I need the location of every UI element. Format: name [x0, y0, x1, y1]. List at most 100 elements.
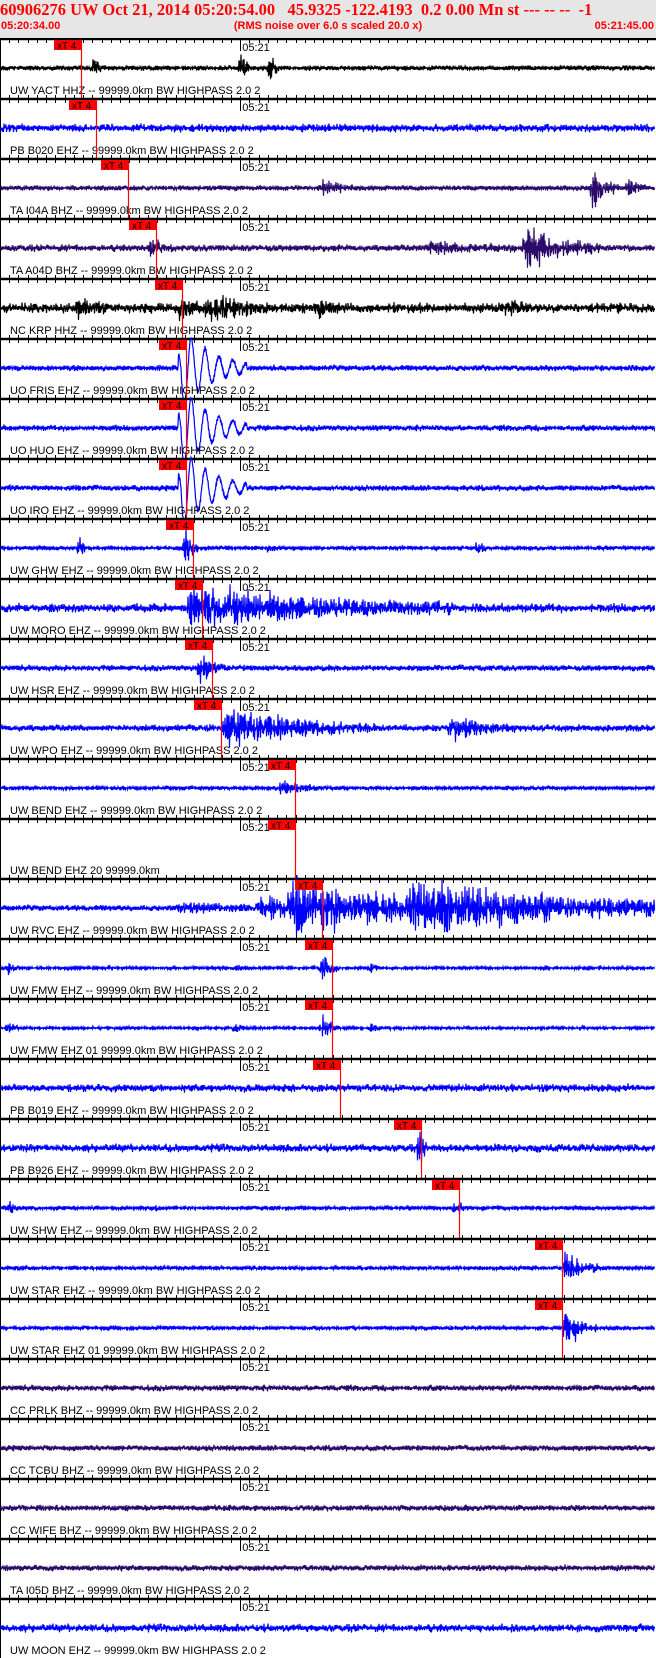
minute-label: 05:21 [242, 342, 270, 354]
waveform [0, 956, 656, 980]
pick-label: xT 4 [316, 1061, 336, 1072]
minute-label: 05:21 [242, 462, 270, 474]
trace-panel: 05:21UO FRIS EHZ -- 99999.0km BW HIGHPAS… [0, 335, 656, 406]
minute-label: 05:21 [242, 282, 270, 294]
trace-panel: 05:21 UW BEND EHZ -- 99999.0km BW HIGHPAS… [0, 755, 656, 818]
minute-label: 05:21 [242, 1422, 270, 1434]
waveform [0, 1083, 656, 1093]
waveform [0, 1251, 656, 1278]
minute-label: 05:21 [242, 42, 270, 54]
trace-panel: 05:21TA I05D BHZ -- 99999.0km BW HIGHPAS… [0, 1535, 656, 1598]
waveform [0, 583, 656, 628]
station-label: UW BEND EHZ -- 99999.0km BW HIGHPASS 2.0… [10, 805, 262, 817]
scale-note: (RMS noise over 6.0 s scaled 20.0 x) [233, 20, 423, 32]
station-label: CC TCBU BHZ -- 99999.0km BW HIGHPASS 2.0… [10, 1465, 259, 1477]
minute-label: 05:21 [242, 1482, 270, 1494]
station-label: UW FMW EHZ -- 99999.0km BW HIGHPASS 2.0 … [10, 985, 258, 997]
trace-panel: 05:21 UW GHW EHZ -- 99999.0km BW HIGHPASS… [0, 515, 656, 578]
minute-label: 05:21 [242, 1302, 270, 1314]
minute-label: 05:21 [242, 1002, 270, 1014]
waveform [0, 1131, 656, 1162]
waveform [0, 780, 656, 795]
trace-panel: 05:21UW STAR EHZ -- 99999.0km BW HIGHPAS… [0, 1235, 656, 1298]
station-label: UW MORO EHZ -- 99999.0km BW HIGHPASS 2.0… [10, 625, 266, 637]
station-label: UW MOON EHZ -- 99999.0km BW HIGHPASS 2.0… [10, 1645, 266, 1657]
waveform [0, 1384, 656, 1392]
pick-label: xT 4 [158, 281, 178, 292]
waveform [0, 1504, 656, 1512]
trace-panel: 05:21PB B020 EHZ -- 99999.0km BW HIGHPAS… [0, 95, 656, 158]
pick-label: xT 4 [271, 821, 291, 832]
minute-label: 05:21 [242, 1602, 270, 1614]
minute-label: 05:21 [242, 882, 270, 894]
pick-label: xT 4 [308, 1001, 328, 1012]
waveform [0, 1313, 656, 1343]
trace-panel: 05:21UO IRO EHZ -- 99999.0km BW HIGHPASS… [0, 455, 656, 527]
waveform [0, 709, 656, 748]
end-time: 05:21:45.00 [594, 20, 654, 32]
trace-panel: 05:21NC KRP HHZ -- 99999.0km BW HIGHPASS… [0, 275, 656, 338]
station-label: UW STAR EHZ 01 99999.0km BW HIGHPASS 2.0… [10, 1345, 265, 1357]
station-label: CC PRLK BHZ -- 99999.0km BW HIGHPASS 2.0… [10, 1405, 258, 1417]
trace-panel: 05:21 UW SHW EHZ -- 99999.0km BW HIGHPASS… [0, 1175, 656, 1238]
minute-label: 05:21 [242, 162, 270, 174]
trace-panel: 05:21 UW FMW EHZ 01 99999.0km BW HIGHPASS… [0, 995, 656, 1058]
pick-label: xT 4 [162, 401, 182, 412]
pick-label: xT 4 [104, 161, 124, 172]
minute-label: 05:21 [242, 1182, 270, 1194]
trace-panel: 05:21UW RVC EHZ -- 99999.0km BW HIGHPASS… [0, 875, 656, 938]
waveform [0, 294, 656, 322]
trace-panel: 05:21 UW BEND EHZ 20 99999.0km xT 4 [0, 815, 656, 878]
trace-panel: 05:21PB B019 EHZ -- 99999.0km BW HIGHPAS… [0, 1055, 656, 1118]
event-header: 60906276 UW Oct 21, 2014 05:20:54.00 45.… [0, 0, 656, 38]
pick-label: xT 4 [72, 101, 92, 112]
waveform [0, 1014, 656, 1037]
waveform [0, 54, 656, 80]
minute-label: 05:21 [242, 942, 270, 954]
pick-label: xT 4 [397, 1121, 417, 1132]
minute-label: 05:21 [242, 222, 270, 234]
minute-label: 05:21 [242, 702, 270, 714]
waveform [0, 1200, 656, 1215]
minute-label: 05:21 [242, 1122, 270, 1134]
station-label: UW GHW EHZ -- 99999.0km BW HIGHPASS 2.0 … [10, 565, 259, 577]
trace-panel: 05:21 CC WIFE BHZ -- 99999.0km BW HIGHPAS… [0, 1475, 656, 1538]
trace-panel: 05:21 CC PRLK BHZ -- 99999.0km BW HIGHPAS… [0, 1355, 656, 1418]
trace-panel: 05:21UO HUO EHZ -- 99999.0km BW HIGHPASS… [0, 395, 656, 467]
trace-panel: 05:21 UW FMW EHZ -- 99999.0km BW HIGHPASS… [0, 935, 656, 998]
trace-panel: 05:21 UW MOON EHZ -- 99999.0km BW HIGHPAS… [0, 1595, 656, 1658]
waveform [0, 172, 656, 209]
minute-label: 05:21 [242, 102, 270, 114]
pick-label: xT 4 [188, 641, 208, 652]
minute-label: 05:21 [242, 642, 270, 654]
waveform [0, 227, 656, 268]
waveform [0, 655, 656, 684]
pick-label: xT 4 [132, 221, 152, 232]
waveform [0, 1564, 656, 1572]
pick-label: xT 4 [538, 1301, 558, 1312]
trace-panel: 05:21UW YACT HHZ -- 99999.0km BW HIGHPAS… [0, 38, 656, 98]
minute-label: 05:21 [242, 762, 270, 774]
station-label: UW SHW EHZ -- 99999.0km BW HIGHPASS 2.0 … [10, 1225, 257, 1237]
pick-label: xT 4 [57, 41, 77, 52]
seismogram-plot: 05:21UW YACT HHZ -- 99999.0km BW HIGHPAS… [0, 38, 656, 1658]
trace-panel: 05:21 UW MORO EHZ -- 99999.0km BW HIGHPAS… [0, 575, 656, 638]
pick-label: xT 4 [197, 701, 217, 712]
pick-label: xT 4 [538, 1241, 558, 1252]
minute-label: 05:21 [242, 1542, 270, 1554]
minute-label: 05:21 [242, 1242, 270, 1254]
pick-label: xT 4 [271, 761, 291, 772]
pick-label: xT 4 [169, 521, 189, 532]
pick-label: xT 4 [162, 461, 182, 472]
pick-label: xT 4 [162, 341, 182, 352]
event-title: 60906276 UW Oct 21, 2014 05:20:54.00 45.… [0, 0, 593, 19]
station-label: UW BEND EHZ 20 99999.0km [10, 865, 160, 877]
minute-label: 05:21 [242, 1362, 270, 1374]
minute-label: 05:21 [242, 822, 270, 834]
trace-panel: 05:21UW HSR EHZ -- 99999.0km BW HIGHPASS… [0, 635, 656, 698]
waveform [0, 527, 656, 561]
trace-panel: 05:21 UW WPO EHZ -- 99999.0km BW HIGHPASS… [0, 695, 656, 758]
station-label: UW FMW EHZ 01 99999.0km BW HIGHPASS 2.0 … [10, 1045, 263, 1057]
waveform [0, 123, 656, 133]
trace-panel: 05:21TA A04D BHZ -- 99999.0km BW HIGHPAS… [0, 215, 656, 278]
